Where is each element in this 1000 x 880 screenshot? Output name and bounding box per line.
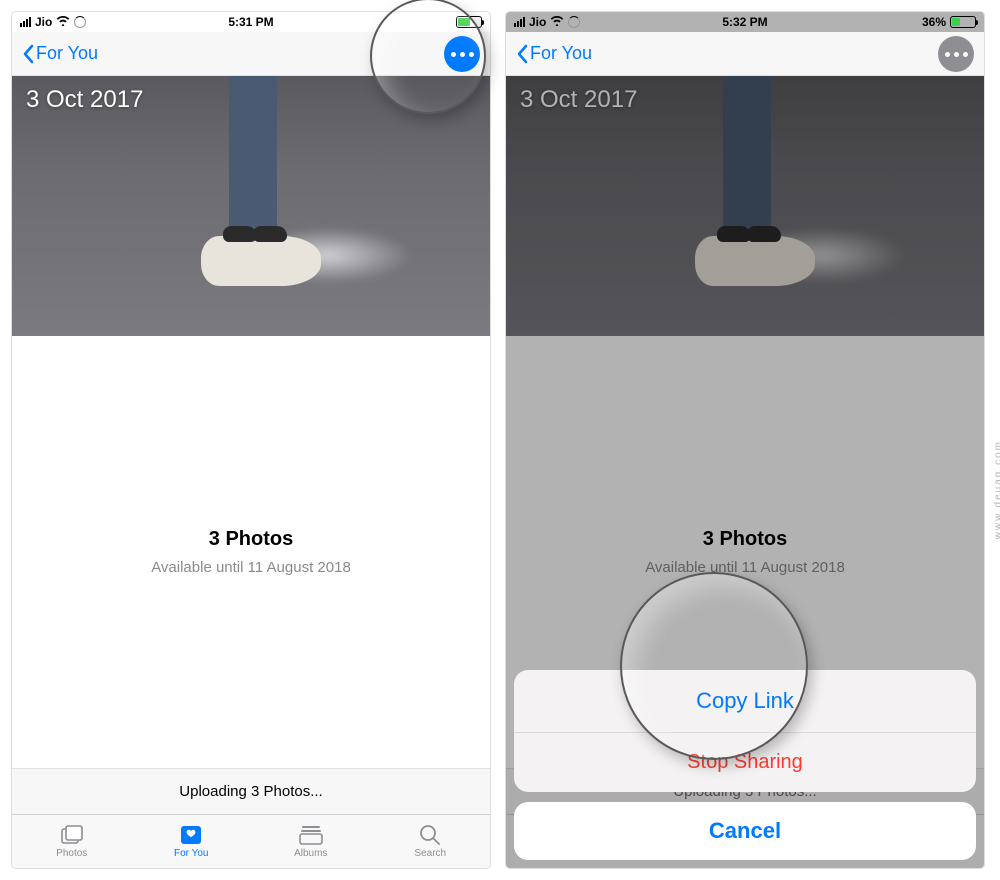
for-you-tab-icon <box>178 824 204 846</box>
status-time: 5:31 PM <box>12 15 490 29</box>
photo-count-title: 3 Photos <box>209 528 293 551</box>
screenshot-right: Jio 5:32 PM 36% For You 3 Oct 2017 <box>506 12 984 868</box>
action-sheet-options: Copy Link Stop Sharing <box>514 670 976 792</box>
memory-hero-photo[interactable]: 3 Oct 2017 <box>12 76 490 336</box>
photos-tab-icon <box>59 824 85 846</box>
status-time: 5:32 PM <box>506 15 984 29</box>
battery-icon <box>950 16 976 28</box>
back-label: For You <box>530 43 592 64</box>
back-button[interactable]: For You <box>22 43 98 64</box>
upload-status-text: Uploading 3 Photos... <box>179 783 322 800</box>
back-button[interactable]: For You <box>516 43 592 64</box>
status-bar: Jio 5:32 PM 36% <box>506 12 984 32</box>
memory-date: 3 Oct 2017 <box>26 86 143 114</box>
photo-figure <box>685 76 805 271</box>
availability-subtitle: Available until 11 August 2018 <box>645 559 845 576</box>
chevron-left-icon <box>22 44 34 64</box>
navigation-header: For You <box>12 32 490 76</box>
memory-date: 3 Oct 2017 <box>520 86 637 114</box>
photo-count-title: 3 Photos <box>703 528 787 551</box>
status-bar: Jio 5:31 PM <box>12 12 490 32</box>
tab-label: Search <box>414 848 446 859</box>
back-label: For You <box>36 43 98 64</box>
tab-for-you[interactable]: For You <box>132 815 252 868</box>
cancel-button[interactable]: Cancel <box>514 802 976 860</box>
tab-albums[interactable]: Albums <box>251 815 371 868</box>
search-tab-icon <box>417 824 443 846</box>
tab-label: Albums <box>294 848 327 859</box>
tab-search[interactable]: Search <box>371 815 491 868</box>
tab-label: For You <box>174 848 208 859</box>
more-options-button[interactable] <box>938 36 974 72</box>
memory-hero-photo[interactable]: 3 Oct 2017 <box>506 76 984 336</box>
copy-link-button[interactable]: Copy Link <box>514 670 976 733</box>
photo-figure <box>191 76 311 271</box>
stop-sharing-button[interactable]: Stop Sharing <box>514 733 976 792</box>
action-sheet: Copy Link Stop Sharing Cancel <box>514 670 976 860</box>
watermark: www.deuaq.com <box>993 440 1000 539</box>
upload-status-strip: Uploading 3 Photos... <box>12 768 490 814</box>
albums-tab-icon <box>298 824 324 846</box>
navigation-header: For You <box>506 32 984 76</box>
tab-bar: Photos For You Albums Search <box>12 814 490 868</box>
tab-label: Photos <box>56 848 87 859</box>
screenshot-left: Jio 5:31 PM For You 3 Oct 2017 3 Photos <box>12 12 490 868</box>
chevron-left-icon <box>516 44 528 64</box>
shared-album-info: 3 Photos Available until 11 August 2018 <box>12 336 490 768</box>
availability-subtitle: Available until 11 August 2018 <box>151 559 351 576</box>
more-options-button[interactable] <box>444 36 480 72</box>
tab-photos[interactable]: Photos <box>12 815 132 868</box>
